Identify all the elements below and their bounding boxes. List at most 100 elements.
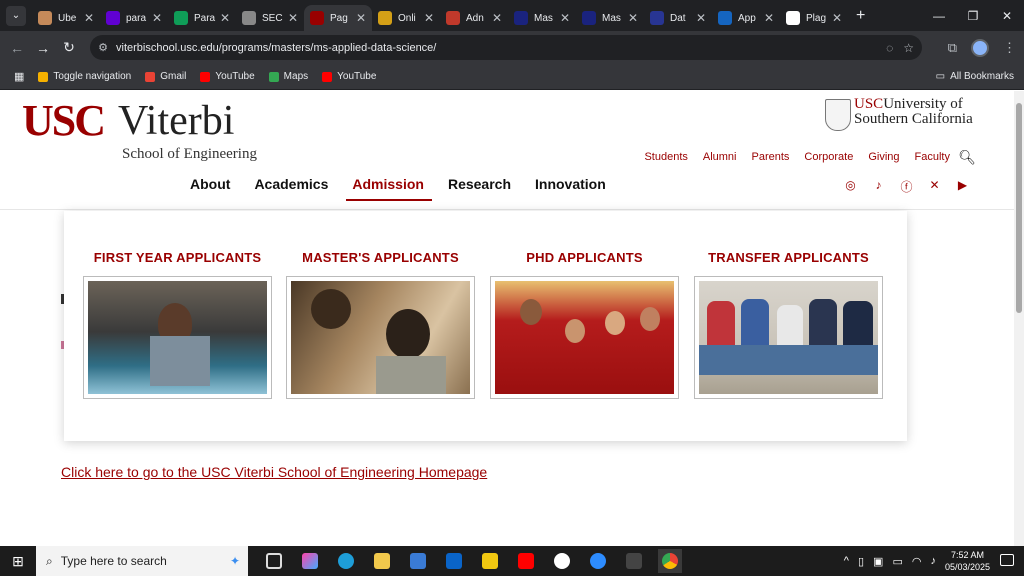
- first-year-photo[interactable]: [88, 281, 267, 394]
- browser-tab[interactable]: para ✕: [100, 5, 168, 31]
- bookmark-star-icon[interactable]: ☆: [903, 41, 914, 55]
- bookmark-item[interactable]: Gmail: [145, 71, 186, 82]
- browser-tab[interactable]: Pag ✕: [304, 5, 372, 31]
- scrollbar-thumb[interactable]: [1016, 103, 1022, 313]
- close-window-icon[interactable]: ✕: [990, 9, 1024, 23]
- search-icon[interactable]: 🔍︎: [958, 149, 976, 166]
- site-info-icon[interactable]: ⚙: [90, 41, 116, 54]
- tab-close-icon[interactable]: ✕: [492, 11, 502, 25]
- main-nav-item[interactable]: Academics: [254, 176, 328, 192]
- notification-icon[interactable]: [1000, 554, 1014, 566]
- tab-close-icon[interactable]: ✕: [220, 11, 230, 25]
- page-scrollbar[interactable]: [1014, 91, 1024, 546]
- utility-link[interactable]: Faculty: [915, 151, 950, 163]
- edge-icon[interactable]: [334, 549, 358, 573]
- masters-applicants-card[interactable]: MASTER'S APPLICANTS: [286, 250, 475, 399]
- forward-icon[interactable]: →: [30, 40, 56, 56]
- profile-avatar[interactable]: [971, 38, 989, 57]
- windows-start-icon[interactable]: ⊞: [0, 553, 36, 570]
- utility-link[interactable]: Students: [644, 151, 687, 163]
- phd-photo[interactable]: [495, 281, 674, 394]
- first-year-applicants-card[interactable]: FIRST YEAR APPLICANTS: [83, 250, 272, 399]
- tab-close-icon[interactable]: ✕: [424, 11, 434, 25]
- main-nav-item[interactable]: Innovation: [535, 176, 606, 192]
- terminal-icon[interactable]: [622, 549, 646, 573]
- browser-tab[interactable]: Para ✕: [168, 5, 236, 31]
- bookmark-item[interactable]: Maps: [268, 71, 308, 82]
- all-bookmarks-button[interactable]: ▭ All Bookmarks: [936, 71, 1014, 82]
- utility-link[interactable]: Giving: [868, 151, 899, 163]
- zoom-icon[interactable]: [586, 549, 610, 573]
- first-year-applicants-label[interactable]: FIRST YEAR APPLICANTS: [83, 250, 272, 265]
- tab-close-icon[interactable]: ✕: [288, 11, 298, 25]
- browser-tab[interactable]: Onli ✕: [372, 5, 440, 31]
- tab-close-icon[interactable]: ✕: [84, 11, 94, 25]
- bookmark-item[interactable]: YouTube: [200, 71, 255, 82]
- usc-university-logo[interactable]: USCUniversity of Southern California: [854, 97, 973, 127]
- facebook-icon[interactable]: ⓕ: [899, 178, 914, 195]
- battery-icon[interactable]: ▭: [892, 555, 902, 568]
- browser-tab[interactable]: Dat ✕: [644, 5, 712, 31]
- youtube-icon[interactable]: ▶: [955, 178, 970, 195]
- eye-off-icon[interactable]: ◌: [886, 41, 893, 55]
- x-icon[interactable]: ✕: [927, 178, 942, 195]
- menu-icon[interactable]: ⋮: [1003, 40, 1016, 56]
- task-view-icon[interactable]: [262, 549, 286, 573]
- phd-applicants-label[interactable]: PHD APPLICANTS: [490, 250, 679, 265]
- github-icon[interactable]: [550, 549, 574, 573]
- phd-photo-frame[interactable]: [490, 276, 679, 399]
- usc-seal-icon[interactable]: [825, 99, 851, 131]
- chevron-up-icon[interactable]: ^: [844, 555, 849, 567]
- camera-icon[interactable]: ▣: [873, 555, 883, 568]
- tab-close-icon[interactable]: ✕: [560, 11, 570, 25]
- bookmark-item[interactable]: Toggle navigation: [38, 71, 131, 82]
- browser-tab[interactable]: Ube ✕: [32, 5, 100, 31]
- browser-tab[interactable]: SEC ✕: [236, 5, 304, 31]
- tab-close-icon[interactable]: ✕: [152, 11, 162, 25]
- masters-photo[interactable]: [291, 281, 470, 394]
- copilot-icon[interactable]: [298, 549, 322, 573]
- browser-tab[interactable]: App ✕: [712, 5, 780, 31]
- apps-grid-icon[interactable]: ▦: [14, 70, 24, 83]
- instagram-icon[interactable]: ◎: [843, 178, 858, 195]
- masters-photo-frame[interactable]: [286, 276, 475, 399]
- file-explorer-icon[interactable]: [370, 549, 394, 573]
- url-text[interactable]: viterbischool.usc.edu/programs/masters/m…: [116, 42, 436, 54]
- phd-applicants-card[interactable]: PHD APPLICANTS: [490, 250, 679, 399]
- tab-close-icon[interactable]: ✕: [356, 11, 366, 25]
- masters-applicants-label[interactable]: MASTER'S APPLICANTS: [286, 250, 475, 265]
- usc-logo-text[interactable]: USC: [22, 95, 106, 146]
- transfer-photo[interactable]: [699, 281, 878, 394]
- tab-search-button[interactable]: ⌄: [6, 5, 26, 26]
- back-icon[interactable]: ←: [4, 40, 30, 56]
- wifi-icon[interactable]: ◠: [912, 555, 922, 568]
- main-nav-item[interactable]: Research: [448, 176, 511, 192]
- address-bar[interactable]: ⚙ viterbischool.usc.edu/programs/masters…: [90, 35, 922, 60]
- minimize-icon[interactable]: —: [922, 9, 956, 23]
- browser-tab[interactable]: Plag ✕: [780, 5, 848, 31]
- viterbi-logo-text[interactable]: Viterbi: [118, 97, 234, 145]
- new-tab-button[interactable]: +: [856, 7, 865, 25]
- tiktok-icon[interactable]: ♪: [871, 178, 886, 195]
- browser-tab[interactable]: Adn ✕: [440, 5, 508, 31]
- tab-close-icon[interactable]: ✕: [696, 11, 706, 25]
- tab-close-icon[interactable]: ✕: [832, 11, 842, 25]
- utility-link[interactable]: Parents: [752, 151, 790, 163]
- transfer-photo-frame[interactable]: [694, 276, 883, 399]
- store-icon[interactable]: [406, 549, 430, 573]
- first-year-photo-frame[interactable]: [83, 276, 272, 399]
- transfer-applicants-label[interactable]: TRANSFER APPLICANTS: [694, 250, 883, 265]
- battery-saver-icon[interactable]: ▯: [858, 555, 864, 568]
- main-nav-item[interactable]: About: [190, 176, 230, 192]
- browser-tab[interactable]: Mas ✕: [576, 5, 644, 31]
- main-nav-item[interactable]: Admission: [346, 176, 432, 201]
- reload-icon[interactable]: ↻: [56, 39, 82, 56]
- utility-link[interactable]: Corporate: [804, 151, 853, 163]
- homepage-link[interactable]: Click here to go to the USC Viterbi Scho…: [61, 464, 487, 480]
- chrome-icon[interactable]: [658, 549, 682, 573]
- bookmark-item[interactable]: YouTube: [322, 71, 376, 82]
- taskbar-search-box[interactable]: ⌕ Type here to search ✦: [36, 546, 248, 576]
- taskbar-clock[interactable]: 7:52 AM 05/03/2025: [945, 549, 990, 573]
- volume-icon[interactable]: ♪: [930, 555, 936, 567]
- power-bi-icon[interactable]: [478, 549, 502, 573]
